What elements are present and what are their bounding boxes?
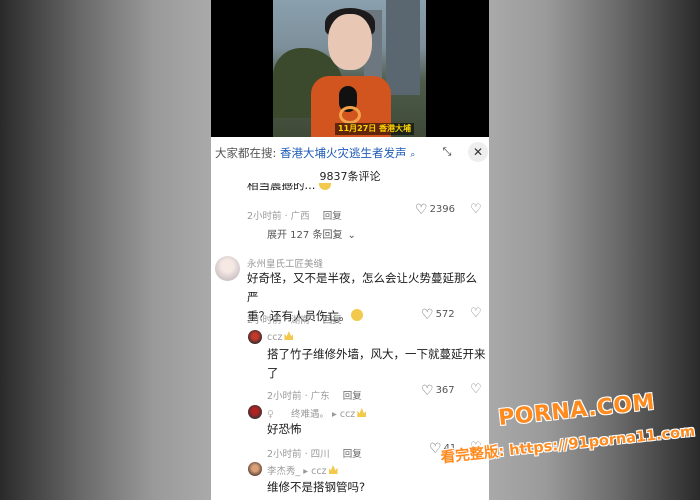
reporter-face — [328, 14, 372, 70]
reply-text-line: 了 — [267, 366, 279, 380]
crown-icon — [328, 465, 338, 474]
comment-text: 相当震撼的... — [247, 183, 316, 192]
collapse-icon[interactable]: ⤡ — [439, 144, 455, 160]
reply-username[interactable]: 李杰秀_ ▸ ccz — [267, 463, 338, 477]
comment-text-line: 好奇怪，又不是半夜，怎么会让火势蔓延那么严 — [247, 271, 477, 304]
comment-time: 2小时前 — [267, 449, 302, 460]
like-button[interactable]: ♡ 2396 — [415, 202, 455, 218]
chevron-down-icon: ⌄ — [347, 230, 356, 241]
like-button[interactable]: ♡ 367 — [421, 383, 455, 399]
close-icon[interactable]: ✕ — [468, 142, 488, 162]
heart-icon: ♡ — [421, 307, 434, 323]
comment-username[interactable]: 永州皇氏工匠美缝 — [247, 256, 323, 270]
search-link-icon: ⌕ — [410, 150, 416, 160]
like-count: 367 — [435, 385, 455, 396]
background-building — [386, 0, 420, 95]
reply-button[interactable]: 回复 — [323, 211, 342, 222]
reply-button[interactable]: 回复 — [323, 315, 342, 326]
comment-location: 湖南 — [290, 315, 310, 326]
video-frame: 11月27日 香港大埔 — [273, 0, 426, 137]
comment-time: 2小时前 — [247, 211, 282, 222]
like-count: 572 — [435, 309, 455, 320]
phone-screen: 11月27日 香港大埔 大家都在搜: 香港大埔火灾逃生者发声 ⌕ ⤡ ✕ 983… — [211, 0, 489, 500]
small-icon: ♀ — [267, 409, 274, 420]
dislike-icon[interactable]: ♡ — [470, 306, 482, 321]
crown-icon — [284, 331, 294, 340]
avatar[interactable] — [248, 405, 262, 419]
station-logo-icon — [339, 106, 361, 124]
comment-time: 2小时前 — [247, 315, 282, 326]
reply-text: 搭了竹子维修外墙，风大，一下就蔓延开来 了 — [267, 345, 487, 383]
reply-username[interactable]: ♀ 终难遇。 ▸ ccz — [267, 406, 367, 420]
search-suggestion-bar: 大家都在搜: 香港大埔火灾逃生者发声 ⌕ ⤡ ✕ — [211, 140, 489, 164]
avatar[interactable] — [248, 330, 262, 344]
emoji-icon — [319, 183, 332, 190]
reply-text: 好恐怖 — [267, 422, 302, 436]
reply-username[interactable]: ccz — [267, 331, 294, 343]
reply-button[interactable]: 回复 — [343, 449, 362, 460]
watermark-domain: PORNA.COM — [497, 389, 657, 432]
dislike-icon[interactable]: ♡ — [470, 202, 482, 217]
reply-text: 维修不是搭钢管吗? — [267, 480, 366, 494]
like-button[interactable]: ♡ 572 — [421, 307, 455, 323]
comment-time: 2小时前 — [267, 391, 302, 402]
comment-location: 广西 — [290, 211, 310, 222]
video-player[interactable]: 11月27日 香港大埔 — [211, 0, 489, 137]
reply-arrow-icon: ▸ — [303, 466, 309, 477]
emoji-icon — [350, 309, 363, 321]
reply-text-line: 搭了竹子维修外墙，风大，一下就蔓延开来 — [267, 347, 486, 361]
comment-location: 广东 — [310, 391, 330, 402]
comment-item: 相当震撼的... — [247, 183, 487, 194]
comment-meta: 2小时前 · 四川 回复 — [267, 449, 362, 460]
dislike-icon[interactable]: ♡ — [470, 382, 482, 397]
avatar[interactable] — [248, 462, 262, 476]
reply-button[interactable]: 回复 — [343, 391, 362, 402]
reply-arrow-icon: ▸ — [332, 409, 337, 420]
comment-meta: 2小时前 · 湖南 回复 — [247, 315, 342, 326]
comment-count: 9837条评论 — [319, 170, 381, 183]
comment-meta: 2小时前 · 广西 回复 — [247, 211, 342, 222]
search-prefix: 大家都在搜: — [215, 146, 277, 160]
avatar[interactable] — [215, 256, 240, 281]
comment-location: 四川 — [310, 449, 330, 460]
expand-replies-button[interactable]: 展开 127 条回复 ⌄ — [267, 223, 356, 242]
video-caption: 11月27日 香港大埔 — [335, 123, 415, 135]
heart-icon: ♡ — [421, 383, 434, 399]
crown-icon — [357, 408, 367, 417]
like-count: 2396 — [429, 204, 456, 215]
expand-replies-label: 展开 127 条回复 — [267, 230, 343, 241]
search-suggestion-link[interactable]: 香港大埔火灾逃生者发声 — [280, 146, 407, 160]
comment-meta: 2小时前 · 广东 回复 — [267, 391, 362, 402]
heart-icon: ♡ — [415, 202, 428, 218]
